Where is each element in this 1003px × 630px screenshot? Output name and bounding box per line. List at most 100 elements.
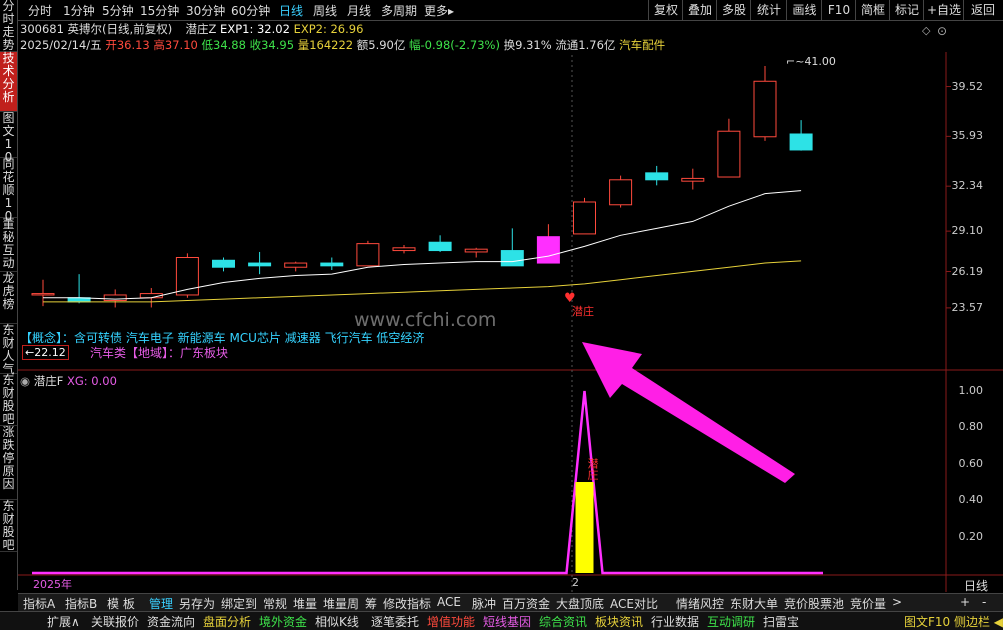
indicator-tab-12[interactable]: 脉冲 [472, 595, 496, 612]
sector-link[interactable]: 汽车配件 [619, 38, 665, 52]
indicator-name[interactable]: 潜庄Z [186, 22, 217, 36]
indicator-tab-2[interactable]: 模 板 [107, 595, 135, 612]
period-tab-9[interactable]: 多周期 [381, 2, 417, 19]
indicator-tab-19[interactable]: 竞价量 [850, 595, 886, 612]
toolbar-btn-9[interactable]: 返回 [963, 0, 1002, 20]
candle-body[interactable] [609, 179, 633, 206]
candle-body[interactable] [536, 236, 560, 264]
indicator-tab-7[interactable]: 堆量 [293, 595, 317, 612]
period-tab-0[interactable]: 分时 [28, 2, 52, 19]
candle-body[interactable] [356, 243, 380, 267]
period-tab-1[interactable]: 1分钟 [63, 2, 95, 19]
toolbar-btn-8[interactable]: +自选 [923, 0, 964, 20]
period-tab-4[interactable]: 30分钟 [186, 2, 225, 19]
toolbar-btn-0[interactable]: 复权 [648, 0, 683, 20]
sidebar-tab-3[interactable]: 同花顺10 [0, 158, 17, 223]
toolbar-btn-3[interactable]: 统计 [750, 0, 787, 20]
candle-body[interactable] [31, 293, 55, 296]
sidebar-tab-5[interactable]: 龙虎榜 [0, 272, 17, 324]
period-tab-2[interactable]: 5分钟 [102, 2, 134, 19]
candle-body[interactable] [392, 247, 416, 252]
period-tab-7[interactable]: 周线 [313, 2, 337, 19]
toolbar-btn-2[interactable]: 多股 [716, 0, 751, 20]
indicator-tab-4[interactable]: 另存为 [179, 595, 215, 612]
period-tab-6[interactable]: 日线 [279, 2, 303, 19]
sidebar-tab-8[interactable]: 涨跌停原因 [0, 426, 17, 500]
function-tab-8[interactable]: 短线基因 [483, 613, 531, 630]
candle-body[interactable] [248, 262, 272, 267]
function-tab-3[interactable]: 盘面分析 [203, 613, 251, 630]
sidebar-tab-4[interactable]: 董秘互动 [0, 218, 17, 272]
sidebar-tab-9[interactable]: 东财股吧 [0, 500, 17, 552]
indicator-tab-6[interactable]: 常规 [263, 595, 287, 612]
indicator-tab-13[interactable]: 百万资金 [502, 595, 550, 612]
sub-collapse-icon[interactable]: ◉ [20, 374, 30, 388]
candle-body[interactable] [717, 130, 741, 178]
sidebar-tab-0[interactable]: 分时走势 [0, 0, 17, 52]
function-tab-2[interactable]: 资金流向 [147, 613, 195, 630]
sub-chart-title[interactable]: 潜庄F [34, 374, 64, 388]
indicator-tab-3[interactable]: 管理 [149, 595, 173, 612]
function-tab-4[interactable]: 境外资金 [259, 613, 307, 630]
candle-body[interactable] [428, 241, 452, 252]
candle-body[interactable] [103, 294, 127, 302]
function-tab-12[interactable]: 互动调研 [707, 613, 755, 630]
signal-label: 潜庄 [572, 305, 594, 318]
candle-body[interactable] [464, 248, 488, 253]
indicator-tab-10[interactable]: 修改指标 [383, 595, 431, 612]
diamond-icon[interactable]: ◇ [922, 24, 930, 37]
toolbar-btn-5[interactable]: F10 [821, 0, 856, 20]
sidebar-tab-7[interactable]: 东财股吧 [0, 374, 17, 426]
toolbar-btn-4[interactable]: 画线 [786, 0, 822, 20]
indicator-tab-20[interactable]: > [892, 595, 902, 609]
indicator-tab-16[interactable]: 情绪风控 [676, 595, 724, 612]
function-tab-5[interactable]: 相似K线 [315, 613, 359, 630]
close-label: 收 [249, 38, 262, 52]
function-tab-1[interactable]: 关联报价 [91, 613, 139, 630]
zoom-out-button[interactable]: - [982, 595, 986, 609]
indicator-tab-8[interactable]: 堆量周 [323, 595, 359, 612]
period-tab-8[interactable]: 月线 [347, 2, 371, 19]
period-tab-3[interactable]: 15分钟 [140, 2, 179, 19]
settings-icon[interactable]: ⊙ [937, 24, 947, 38]
indicator-tab-1[interactable]: 指标B [65, 595, 97, 612]
toolbar-btn-7[interactable]: 标记 [889, 0, 924, 20]
kline-chart-area[interactable] [18, 52, 1003, 592]
candle-body[interactable] [212, 259, 235, 268]
zoom-in-button[interactable]: + [960, 595, 970, 609]
function-tab-9[interactable]: 综合资讯 [539, 613, 587, 630]
indicator-tab-11[interactable]: ACE [437, 595, 461, 609]
candle-body[interactable] [573, 201, 596, 235]
f10-sidebar-toggle[interactable]: 图文F10 侧边栏 ◀ [904, 613, 1003, 630]
function-tab-0[interactable]: 扩展∧ [47, 613, 80, 630]
sidebar-tab-2[interactable]: 图文10 [0, 112, 17, 164]
function-tab-7[interactable]: 增值功能 [427, 613, 475, 630]
indicator-tab-18[interactable]: 竞价股票池 [784, 595, 844, 612]
indicator-tab-0[interactable]: 指标A [23, 595, 55, 612]
function-tab-13[interactable]: 扫雷宝 [763, 613, 799, 630]
function-tab-6[interactable]: 逐笔委托 [371, 613, 419, 630]
candle-body[interactable] [681, 177, 705, 182]
toolbar-btn-6[interactable]: 简框 [855, 0, 890, 20]
function-tab-11[interactable]: 行业数据 [651, 613, 699, 630]
indicator-tab-5[interactable]: 绑定到 [221, 595, 257, 612]
sidebar-tab-label: 董秘互动 [2, 217, 15, 270]
candle-body[interactable] [320, 262, 344, 267]
price-tick: 29.10 [951, 224, 984, 238]
candle-body[interactable] [645, 172, 669, 181]
period-tab-10[interactable]: 更多▸ [424, 2, 454, 19]
sidebar-tab-6[interactable]: 东财人气 [0, 324, 17, 376]
indicator-tab-17[interactable]: 东财大单 [730, 595, 778, 612]
indicator-tab-9[interactable]: 筹 [365, 595, 377, 612]
indicator-tab-15[interactable]: ACE对比 [610, 595, 658, 612]
candle-body[interactable] [753, 80, 777, 138]
indicator-tab-14[interactable]: 大盘顶底 [556, 595, 604, 612]
candle-body[interactable] [789, 133, 813, 151]
sidebar-tab-1[interactable]: 技术分析 [0, 52, 17, 112]
toolbar-btn-1[interactable]: 叠加 [682, 0, 717, 20]
candle-body[interactable] [284, 262, 308, 268]
function-tab-10[interactable]: 板块资讯 [595, 613, 643, 630]
period-label[interactable]: 日线 [964, 577, 988, 594]
period-tab-5[interactable]: 60分钟 [231, 2, 270, 19]
candle-body[interactable] [500, 250, 524, 267]
